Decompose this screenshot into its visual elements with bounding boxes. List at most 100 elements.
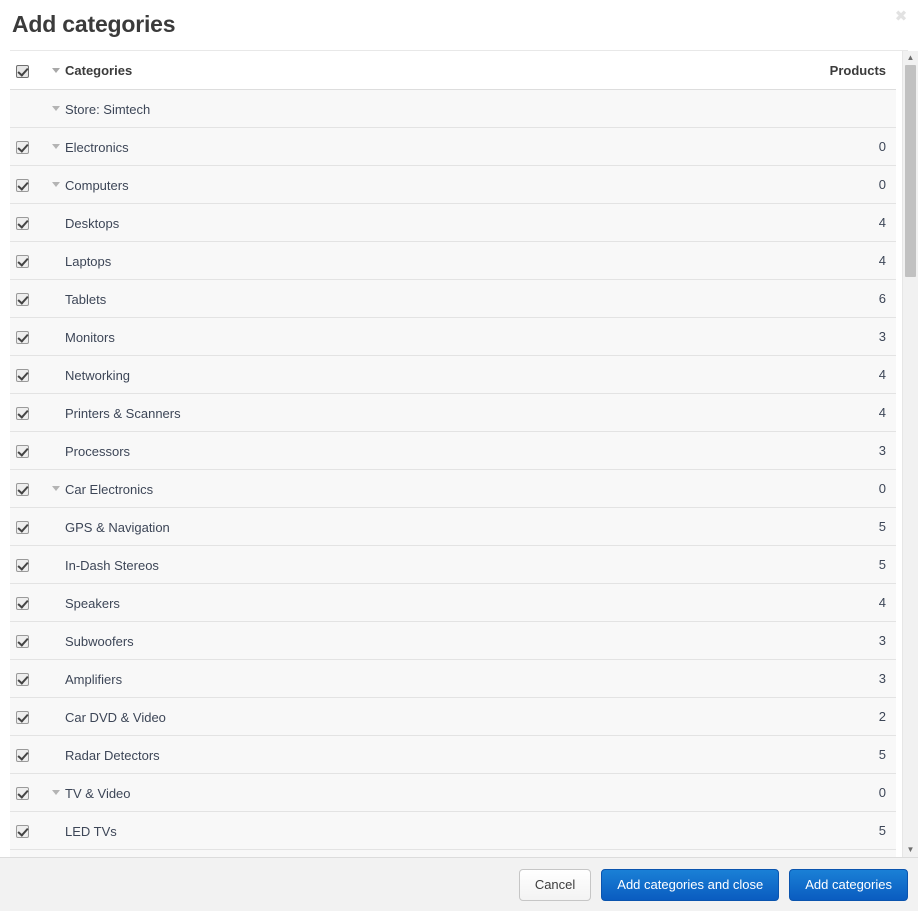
products-count-cell: [796, 90, 896, 128]
row-checkbox[interactable]: [16, 559, 29, 572]
row-checkbox-cell: [10, 470, 52, 508]
category-name-cell: In-Dash Stereos: [52, 546, 796, 584]
table-row[interactable]: [10, 850, 896, 858]
row-checkbox-cell: [10, 166, 52, 204]
row-checkbox-cell: [10, 736, 52, 774]
chevron-down-icon[interactable]: [52, 106, 60, 111]
chevron-down-icon[interactable]: [52, 486, 60, 491]
products-count-cell: 0: [796, 774, 896, 812]
row-checkbox-cell: [10, 128, 52, 166]
category-name-label: In-Dash Stereos: [65, 558, 159, 573]
products-count-cell: 0: [796, 166, 896, 204]
table-row[interactable]: Subwoofers3: [10, 622, 896, 660]
category-name-cell: Car Electronics: [52, 470, 796, 508]
row-checkbox[interactable]: [16, 749, 29, 762]
row-checkbox[interactable]: [16, 179, 29, 192]
row-checkbox[interactable]: [16, 597, 29, 610]
table-row[interactable]: Speakers4: [10, 584, 896, 622]
table-header: Categories Products: [10, 51, 896, 90]
close-icon[interactable]: ✖: [890, 6, 912, 28]
table-row[interactable]: Desktops 4: [10, 204, 896, 242]
scroll-down-arrow-icon[interactable]: ▼: [903, 843, 918, 857]
cancel-button[interactable]: Cancel: [519, 869, 591, 901]
tree-indent-spacer: [52, 755, 65, 756]
table-row[interactable]: TV & Video0: [10, 774, 896, 812]
row-checkbox[interactable]: [16, 407, 29, 420]
category-name-label: Store: Simtech: [65, 102, 150, 117]
chevron-down-icon[interactable]: [52, 182, 60, 187]
row-checkbox-cell: [10, 584, 52, 622]
row-checkbox[interactable]: [16, 445, 29, 458]
table-row[interactable]: LED TVs5: [10, 812, 896, 850]
row-checkbox[interactable]: [16, 787, 29, 800]
table-row[interactable]: Laptops4: [10, 242, 896, 280]
row-checkbox[interactable]: [16, 331, 29, 344]
chevron-down-icon[interactable]: [52, 68, 60, 73]
scroll-up-arrow-icon[interactable]: ▲: [903, 51, 918, 65]
row-checkbox[interactable]: [16, 255, 29, 268]
category-name-label: Desktops: [65, 216, 119, 231]
row-checkbox-cell: [10, 660, 52, 698]
row-checkbox[interactable]: [16, 141, 29, 154]
table-row[interactable]: GPS & Navigation5: [10, 508, 896, 546]
row-checkbox-cell: [10, 698, 52, 736]
category-name-cell: Networking: [52, 356, 796, 394]
table-row[interactable]: Car DVD & Video2: [10, 698, 896, 736]
products-count-cell: 3: [796, 622, 896, 660]
table-row[interactable]: Computers0: [10, 166, 896, 204]
table-row[interactable]: Car Electronics0: [10, 470, 896, 508]
category-name-label: Printers & Scanners: [65, 406, 181, 421]
products-count-cell: 3: [796, 318, 896, 356]
table-row[interactable]: Tablets6: [10, 280, 896, 318]
category-name-cell: Computers: [52, 166, 796, 204]
table-row[interactable]: Processors3: [10, 432, 896, 470]
table-row[interactable]: Monitors3: [10, 318, 896, 356]
table-row[interactable]: Electronics0: [10, 128, 896, 166]
select-all-checkbox[interactable]: [16, 65, 29, 78]
row-checkbox[interactable]: [16, 369, 29, 382]
row-checkbox[interactable]: [16, 825, 29, 838]
products-count-cell: 4: [796, 204, 896, 242]
tree-indent-spacer: [52, 679, 65, 680]
add-categories-and-close-button[interactable]: Add categories and close: [601, 869, 779, 901]
products-count-cell: 4: [796, 356, 896, 394]
row-checkbox[interactable]: [16, 293, 29, 306]
table-row[interactable]: In-Dash Stereos 5: [10, 546, 896, 584]
category-name-cell: GPS & Navigation: [52, 508, 796, 546]
table-row[interactable]: Store: Simtech: [10, 90, 896, 128]
scrollbar-thumb[interactable]: [905, 65, 916, 277]
categories-table: Categories Products Store: Simtech Electr…: [10, 51, 896, 857]
table-row[interactable]: Networking 4: [10, 356, 896, 394]
category-name-cell: Car DVD & Video: [52, 698, 796, 736]
tree-indent-spacer: [52, 565, 65, 566]
table-row[interactable]: Printers & Scanners 4: [10, 394, 896, 432]
row-checkbox[interactable]: [16, 521, 29, 534]
categories-header-cell: Categories: [52, 51, 796, 90]
products-count-cell: 5: [796, 546, 896, 584]
category-name-label: Tablets: [65, 292, 106, 307]
add-categories-button[interactable]: Add categories: [789, 869, 908, 901]
tree-indent-spacer: [52, 261, 65, 262]
table-header-row: Categories Products: [10, 51, 896, 90]
products-count-cell: 4: [796, 242, 896, 280]
category-name-label: Networking: [65, 368, 130, 383]
row-checkbox[interactable]: [16, 673, 29, 686]
chevron-down-icon[interactable]: [52, 144, 60, 149]
tree-indent-spacer: [52, 603, 65, 604]
categories-scroll-viewport[interactable]: Categories Products Store: Simtech Electr…: [10, 51, 913, 857]
category-name-cell: Monitors: [52, 318, 796, 356]
row-checkbox[interactable]: [16, 217, 29, 230]
products-count-cell: 4: [796, 394, 896, 432]
chevron-down-icon[interactable]: [52, 790, 60, 795]
row-checkbox[interactable]: [16, 711, 29, 724]
vertical-scrollbar[interactable]: ▲ ▼: [902, 51, 918, 857]
tree-indent-spacer: [52, 717, 65, 718]
tree-indent-spacer: [52, 831, 65, 832]
row-checkbox[interactable]: [16, 483, 29, 496]
tree-indent-spacer: [52, 641, 65, 642]
category-name-cell: Tablets: [52, 280, 796, 318]
table-row[interactable]: Amplifiers3: [10, 660, 896, 698]
table-row[interactable]: Radar Detectors5: [10, 736, 896, 774]
products-count-cell: 0: [796, 128, 896, 166]
row-checkbox[interactable]: [16, 635, 29, 648]
